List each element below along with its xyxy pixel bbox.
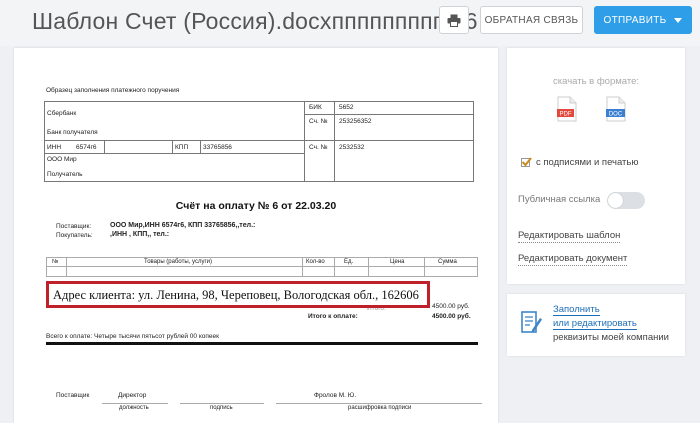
supplier-value: ООО Мир,ИНН 6574г6, КПП 33765856,,тел.: — [110, 222, 256, 229]
supplier-label: Поставщик: — [56, 223, 92, 230]
sign-supplier-label: Поставщик — [56, 392, 90, 399]
subtotal-value: 4500.00 руб. — [432, 303, 470, 310]
company-details-panel: Заполнить или редактировать реквизиты мо… — [507, 294, 685, 356]
buyer-label: Покупатель: — [56, 232, 93, 239]
inn-value: 6574г6 — [76, 144, 97, 151]
bank-table-border — [44, 101, 474, 102]
bank-name: Сбербанк — [47, 110, 77, 117]
account-value-2: 2532532 — [339, 144, 365, 151]
signatures-checkbox[interactable] — [521, 157, 532, 167]
sample-caption: Образец заполнения платежного поручения — [46, 87, 180, 94]
recipient-name: ООО Мир — [47, 156, 77, 163]
sign-caption-position: должность — [119, 405, 149, 411]
edit-details-link[interactable]: или редактировать — [553, 318, 637, 330]
items-table-border — [46, 257, 478, 258]
col-goods: Товары (работы, услуги) — [144, 259, 212, 265]
document-preview: Образец заполнения платежного поручения … — [14, 48, 498, 423]
invoice-title: Счёт на оплату № 6 от 22.03.20 — [175, 200, 337, 212]
print-button[interactable] — [439, 6, 469, 34]
sign-name: Фролов М. Ю. — [314, 392, 357, 399]
company-details-text: реквизиты моей компании — [553, 332, 669, 343]
signatures-option[interactable]: с подписями и печатью — [521, 157, 638, 168]
inn-label: ИНН — [47, 144, 62, 151]
amount-words: Всего к оплате: Четыре тысячи пятьсот ру… — [46, 333, 219, 340]
sign-caption-signature: подпись — [210, 405, 233, 411]
col-number: № — [52, 259, 59, 265]
bik-value: 5652 — [339, 104, 354, 111]
download-label: скачать в формате: — [553, 76, 639, 87]
col-sum: Сумма — [438, 259, 457, 265]
chevron-down-icon — [674, 17, 683, 23]
printer-icon — [447, 14, 461, 27]
client-address: Адрес клиента: ул. Ленина, 98, Череповец… — [53, 288, 419, 302]
pdf-download-button[interactable]: PDF — [557, 96, 577, 122]
public-link-label: Публичная ссылка — [518, 194, 601, 205]
pdf-file-icon: PDF — [557, 96, 577, 122]
recipient-label: Получатель — [47, 171, 83, 178]
edit-document-icon — [521, 311, 542, 333]
total-label: Итого к оплате: — [308, 313, 358, 320]
account-label-2: Сч. № — [309, 144, 328, 151]
bik-label: БИК — [309, 104, 322, 111]
top-header: Шаблон Счет (Россия).docxпппппппппп 6 ОБ… — [0, 0, 700, 46]
sign-caption-decode: расшифровка подписи — [348, 405, 412, 411]
kpp-label: КПП — [175, 144, 189, 151]
col-unit: Ед. — [344, 259, 354, 265]
amount-divider — [46, 342, 478, 345]
public-link-toggle[interactable] — [607, 192, 645, 209]
client-address-highlight: Адрес клиента: ул. Ленина, 98, Череповец… — [46, 281, 430, 308]
send-button-label: ОТПРАВИТЬ — [603, 14, 667, 26]
checkmark-icon — [521, 157, 532, 167]
col-quantity: Кол-во — [306, 259, 325, 265]
doc-file-icon: DOC — [606, 96, 626, 122]
doc-label: DOC — [609, 111, 623, 117]
download-panel: скачать в формате: PDF DOC с подписями и… — [507, 48, 685, 284]
col-price: Цена — [390, 259, 405, 265]
pdf-label: PDF — [560, 111, 572, 117]
account-label-1: Сч. № — [309, 118, 328, 125]
buyer-value: ,ИНН , КПП,, тел.: — [110, 231, 170, 238]
fill-details-link[interactable]: Заполнить — [553, 304, 600, 316]
toggle-knob — [608, 193, 623, 208]
page-title: Шаблон Счет (Россия).docxпппппппппп 6 — [32, 8, 478, 34]
kpp-value: 33765856 — [203, 144, 232, 151]
bank-recipient-label: Банк получателя — [47, 129, 98, 136]
edit-template-link[interactable]: Редактировать шаблон — [518, 230, 621, 243]
sign-position: Директор — [118, 392, 147, 399]
signatures-label: с подписями и печатью — [536, 157, 639, 168]
account-value-1: 253256352 — [339, 118, 372, 125]
total-value: 4500.00 руб. — [432, 313, 471, 320]
send-button[interactable]: ОТПРАВИТЬ — [594, 6, 692, 34]
feedback-button[interactable]: ОБРАТНАЯ СВЯЗЬ — [480, 6, 583, 34]
edit-document-link[interactable]: Редактировать документ — [518, 253, 628, 266]
doc-download-button[interactable]: DOC — [606, 96, 626, 122]
